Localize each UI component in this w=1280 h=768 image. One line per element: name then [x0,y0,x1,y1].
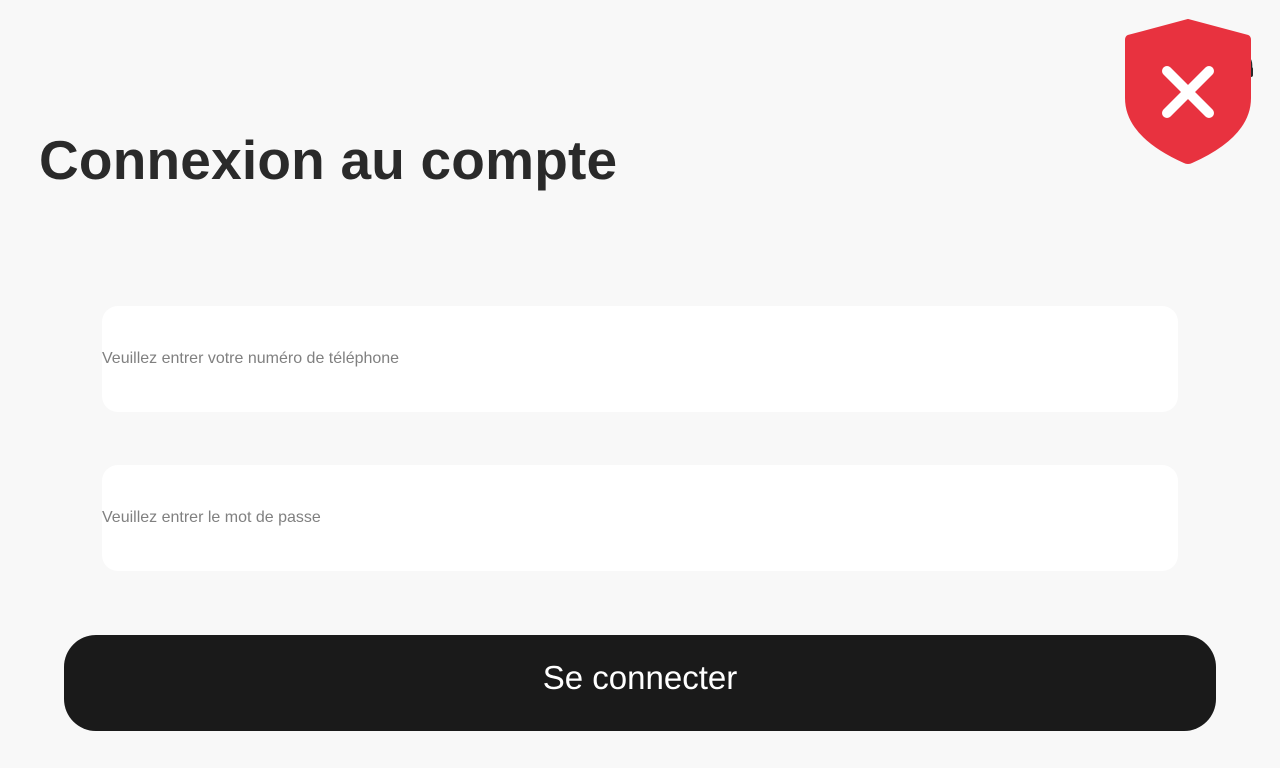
password-field-container [102,465,1178,571]
phone-field-container [102,306,1178,412]
login-page: Connexion au compte Se connecter [0,0,1280,768]
password-input[interactable] [102,465,1178,571]
shield-x-icon [1124,18,1252,166]
phone-input[interactable] [102,306,1178,412]
login-button[interactable]: Se connecter [64,635,1216,731]
page-title: Connexion au compte [39,129,618,191]
